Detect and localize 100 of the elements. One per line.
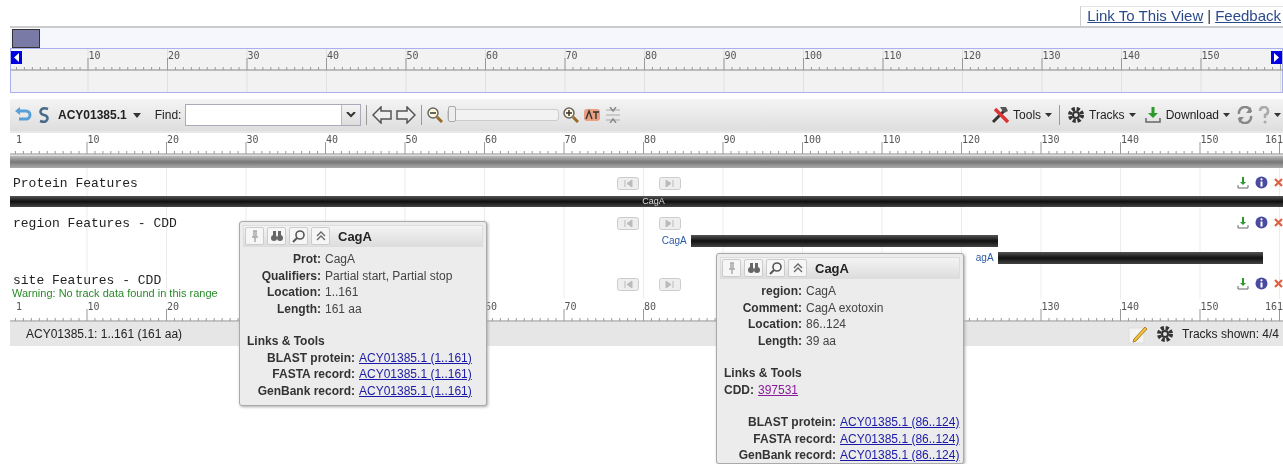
field-label: GenBank record: (737, 447, 836, 463)
search-icon (291, 229, 306, 243)
popup-tool-button[interactable] (766, 259, 785, 277)
gear-icon[interactable] (1156, 325, 1175, 343)
sequence-dropdown[interactable]: ACY01385.1 (56, 108, 147, 122)
ruler-label: 130 (1041, 301, 1060, 313)
ruler-label: 80 (645, 50, 658, 62)
feature-bar[interactable] (690, 235, 998, 247)
caret-icon (1223, 113, 1230, 117)
download-icon[interactable] (1237, 216, 1249, 229)
ruler-label: 120 (963, 50, 982, 62)
download-icon[interactable] (1237, 176, 1249, 189)
download-icon[interactable] (1237, 277, 1249, 290)
ruler-label: 161 (1264, 301, 1283, 313)
track-title: site Features - CDD (13, 274, 162, 287)
find-field[interactable] (185, 104, 362, 126)
feature-label[interactable]: CagA (661, 234, 687, 248)
record-link[interactable]: ACY01385.1 (86..124) (840, 414, 960, 431)
field-label: BLAST protein: (747, 414, 836, 431)
ruler-label: 130 (1041, 134, 1060, 146)
pencil-icon[interactable] (1128, 324, 1149, 344)
slider-thumb[interactable] (448, 106, 457, 122)
ruler-label: 50 (406, 50, 419, 62)
popup-tool-button[interactable] (311, 227, 330, 245)
ruler-label: 20 (167, 134, 180, 146)
ruler-label: 70 (565, 50, 578, 62)
header-link[interactable]: Link To This View (1087, 7, 1204, 24)
field-label: Length: (276, 300, 321, 317)
feature-bar[interactable] (997, 252, 1264, 264)
location-text: ACY01385.1: 1..161 (161 aa) (26, 327, 183, 341)
field-value: 161 aa (325, 300, 362, 317)
field-label: BLAST protein: (266, 349, 355, 366)
header-link[interactable]: Feedback (1215, 7, 1281, 24)
toolbar-menu-button[interactable]: Tracks (1065, 106, 1138, 124)
popup-tool-button[interactable] (788, 259, 807, 277)
record-link[interactable]: ACY01385.1 (1..161) (359, 366, 472, 383)
info-icon[interactable] (1255, 176, 1268, 189)
close-icon[interactable] (1274, 218, 1283, 227)
info-icon[interactable] (1255, 277, 1268, 290)
field-value: CagA (806, 283, 837, 300)
record-link[interactable]: ACY01385.1 (1..161) (359, 382, 472, 399)
gear-icon (1067, 106, 1086, 124)
binoculars-icon (746, 261, 761, 275)
undo-icon[interactable] (14, 107, 32, 123)
toolbar-menu-button[interactable]: Download (1141, 106, 1232, 124)
track-title: region Features - CDD (13, 216, 177, 231)
close-icon[interactable] (1274, 178, 1283, 187)
popup-tool-button[interactable] (289, 227, 308, 245)
field-label: FASTA record: (752, 430, 836, 447)
ruler-label: 20 (167, 301, 180, 313)
field-value: Partial start, Partial stop (325, 267, 453, 284)
field-value: CagA exotoxin (806, 299, 884, 316)
ruler-label: 90 (724, 50, 737, 62)
ruler-label: 30 (246, 134, 259, 146)
ruler-label: 60 (486, 50, 499, 62)
overview-ruler[interactable]: 10 20 30 40 50 60 70 80 90 100 110 120 130 140 150 (10, 48, 1283, 93)
binoculars-icon (269, 229, 284, 243)
separator-text: | (1207, 7, 1212, 24)
section-heading: Links & Tools (724, 365, 803, 382)
overview-region-marker[interactable] (12, 29, 40, 48)
popup-tool-button[interactable] (267, 227, 286, 245)
record-link[interactable]: ACY01385.1 (1..161) (359, 349, 472, 366)
ruler-label: 130 (1042, 50, 1061, 62)
record-link[interactable]: 397531 (758, 381, 799, 398)
toolbar-menu-button[interactable]: Tools (989, 106, 1055, 124)
record-link[interactable]: ACY01385.1 (86..124) (840, 430, 960, 447)
info-icon[interactable] (1255, 216, 1268, 229)
ruler-label: 60 (485, 134, 498, 146)
right-arrow-icon[interactable] (1271, 51, 1282, 64)
zoom-in-icon[interactable] (563, 107, 580, 123)
caret-icon (1045, 113, 1053, 117)
record-link[interactable]: ACY01385.1 (86..124) (840, 447, 960, 463)
ruler-label: 140 (1121, 134, 1140, 146)
feature-bar[interactable]: CagA (10, 196, 1283, 207)
left-arrow-icon[interactable] (11, 51, 22, 64)
arrow-left-icon[interactable] (372, 106, 393, 124)
ruler-label: 1 (15, 301, 22, 313)
chevron-down-icon (346, 112, 357, 118)
zoom-out-icon[interactable] (427, 107, 444, 123)
field-label: GenBank record: (256, 382, 355, 399)
popup-tool-button[interactable] (744, 259, 763, 277)
close-icon[interactable] (1274, 279, 1283, 288)
arrow-right-icon[interactable] (396, 106, 417, 124)
swap-icon[interactable] (36, 106, 52, 124)
sequence-icon[interactable] (583, 107, 602, 123)
field-value: CagA (325, 251, 356, 268)
refresh-icon[interactable] (1236, 106, 1254, 124)
tracks-shown-text: Tracks shown: 4/4 (1182, 327, 1279, 341)
popup-title: CagA (815, 260, 849, 276)
zoom-slider[interactable] (447, 109, 560, 121)
field-value: 39 aa (806, 332, 837, 349)
caret-icon[interactable] (1274, 113, 1281, 117)
ruler-label: 161 (1264, 134, 1283, 146)
ruler-label: 80 (644, 301, 657, 313)
feature-label[interactable]: agA (975, 251, 994, 265)
track-title: Protein Features (13, 176, 138, 191)
ruler-label: 140 (1122, 50, 1141, 62)
field-label: Comment: (741, 299, 802, 316)
ruler-label: 30 (247, 50, 260, 62)
section-heading: Links & Tools (247, 333, 326, 350)
